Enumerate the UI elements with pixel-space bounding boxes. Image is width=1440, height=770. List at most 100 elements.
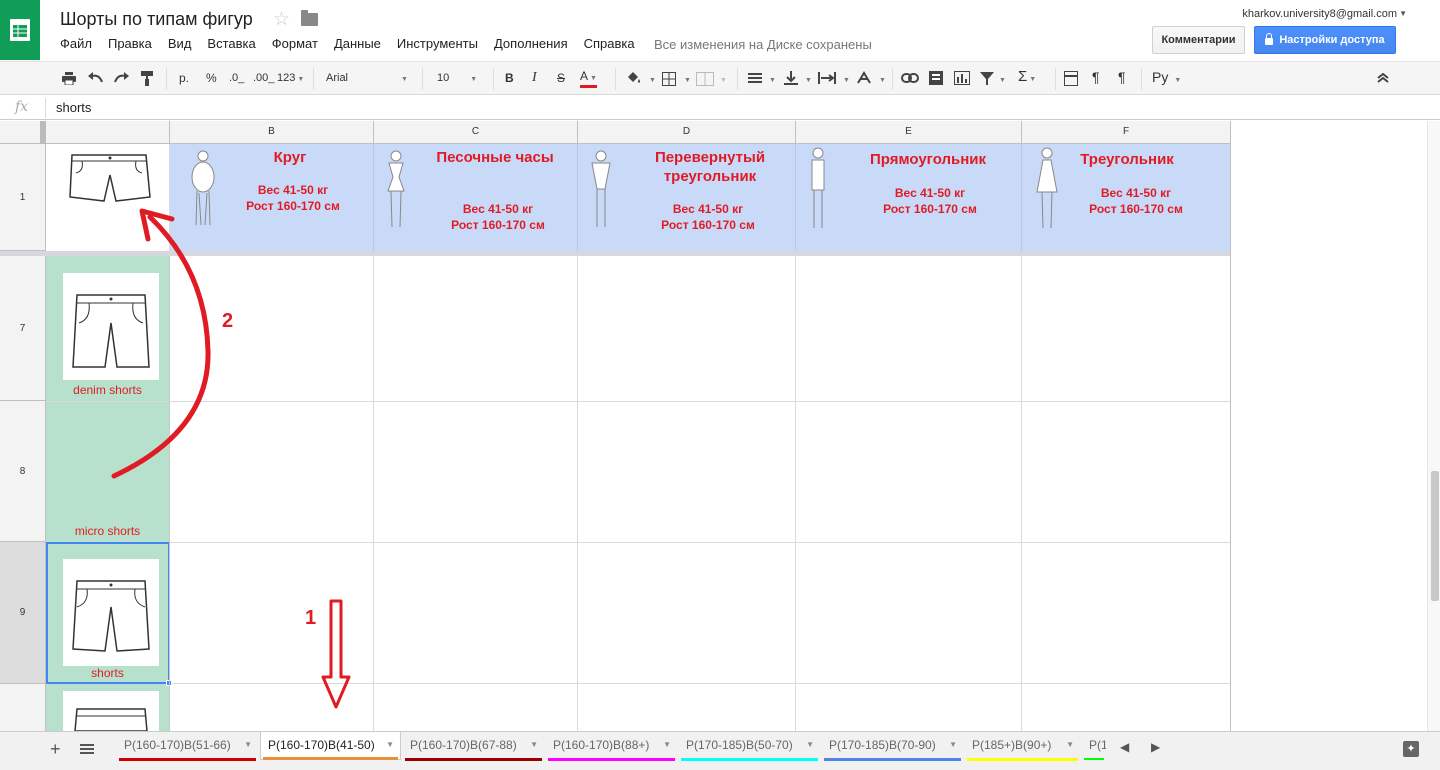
menu-insert[interactable]: Вставка bbox=[207, 36, 255, 51]
rtl-icon[interactable]: ¶ bbox=[1118, 69, 1126, 85]
scroll-tabs-left-icon[interactable]: ◀ bbox=[1120, 740, 1129, 754]
redo-icon[interactable] bbox=[114, 72, 129, 84]
fill-color-icon[interactable] bbox=[626, 71, 642, 85]
chart-icon[interactable] bbox=[954, 71, 970, 85]
cell-label-micro-shorts: micro shorts bbox=[74, 524, 141, 538]
chevron-down-icon[interactable]: ▼ bbox=[684, 73, 691, 89]
ltr-icon[interactable]: ¶ bbox=[1092, 69, 1100, 85]
column-header-d[interactable]: D bbox=[578, 121, 796, 144]
chevron-down-icon[interactable]: ▼ bbox=[999, 73, 1006, 89]
shorts-image bbox=[62, 147, 158, 207]
explore-icon[interactable]: ✦ bbox=[1403, 741, 1419, 757]
share-button[interactable]: Настройки доступа bbox=[1254, 26, 1396, 54]
menu-addons[interactable]: Дополнения bbox=[494, 36, 568, 51]
figure-weight-triangle: Вес 41-50 кг bbox=[1100, 186, 1172, 200]
menu-edit[interactable]: Правка bbox=[108, 36, 152, 51]
comment-icon[interactable] bbox=[929, 71, 943, 85]
selected-cell-a9[interactable] bbox=[46, 542, 170, 684]
sheet-list-icon[interactable] bbox=[80, 744, 94, 755]
chevron-down-icon[interactable]: ▼ bbox=[843, 73, 850, 89]
sheet-tab-7[interactable]: Р(185+)В(90+) ▼ bbox=[965, 732, 1080, 761]
vertical-align-icon[interactable] bbox=[784, 71, 798, 85]
merge-cells-icon[interactable] bbox=[696, 72, 714, 86]
percent-format-button[interactable]: % bbox=[206, 70, 217, 86]
chevron-down-icon[interactable]: ▼ bbox=[1399, 9, 1407, 18]
inverted-triangle-body-figure-icon bbox=[591, 150, 611, 227]
row-header-7[interactable]: 7 bbox=[0, 256, 46, 401]
chevron-down-icon[interactable]: ▼ bbox=[386, 732, 394, 758]
undo-icon[interactable] bbox=[88, 72, 103, 84]
column-header-a[interactable] bbox=[46, 121, 170, 144]
link-icon[interactable] bbox=[901, 73, 919, 83]
menu-file[interactable]: Файл bbox=[60, 36, 92, 51]
column-header-f[interactable]: F bbox=[1022, 121, 1231, 144]
text-wrap-icon[interactable] bbox=[818, 72, 836, 84]
strikethrough-button[interactable]: S bbox=[557, 70, 565, 86]
sheet-tab-5[interactable]: Р(170-185)В(50-70) ▼ bbox=[679, 732, 820, 761]
collapse-icon[interactable] bbox=[1377, 73, 1389, 83]
add-sheet-icon[interactable]: + bbox=[50, 739, 61, 760]
font-size-dropdown[interactable]: 10 ▼ bbox=[437, 70, 477, 88]
star-icon[interactable]: ☆ bbox=[273, 8, 290, 31]
menu-help[interactable]: Справка bbox=[584, 36, 635, 51]
decrease-decimals-button[interactable]: .0_ bbox=[229, 70, 244, 86]
row-header-10[interactable] bbox=[0, 684, 46, 731]
scroll-tabs-right-icon[interactable]: ▶ bbox=[1151, 740, 1160, 754]
align-icon[interactable] bbox=[748, 73, 762, 84]
scroll-thumb[interactable] bbox=[1431, 471, 1439, 601]
document-title[interactable]: Шорты по типам фигур bbox=[60, 9, 253, 30]
input-tools-button[interactable]: Ру ▼ bbox=[1152, 69, 1181, 89]
menu-format[interactable]: Формат bbox=[272, 36, 318, 51]
text-rotation-icon[interactable] bbox=[856, 71, 872, 85]
freeze-icon[interactable] bbox=[1064, 71, 1078, 86]
comments-button[interactable]: Комментарии bbox=[1152, 26, 1245, 54]
text-color-button[interactable]: A ▼ bbox=[580, 70, 597, 88]
number-format-label: 123 bbox=[277, 72, 296, 84]
paint-format-icon[interactable] bbox=[141, 71, 155, 86]
increase-decimals-button[interactable]: .00_ bbox=[253, 70, 274, 86]
number-format-dropdown[interactable]: 123 ▼ bbox=[277, 70, 304, 88]
chevron-down-icon[interactable]: ▼ bbox=[769, 73, 776, 89]
account-email[interactable]: kharkov.university8@gmail.com bbox=[1242, 8, 1397, 20]
italic-button[interactable]: I bbox=[532, 70, 537, 86]
bold-button[interactable]: B bbox=[505, 70, 514, 86]
menu-tools[interactable]: Инструменты bbox=[397, 36, 478, 51]
chevron-down-icon[interactable]: ▼ bbox=[805, 73, 812, 89]
menu-data[interactable]: Данные bbox=[334, 36, 381, 51]
vertical-scrollbar[interactable] bbox=[1427, 121, 1440, 731]
chevron-down-icon[interactable]: ▼ bbox=[879, 73, 886, 89]
column-header-c[interactable]: C bbox=[374, 121, 578, 144]
borders-icon[interactable] bbox=[662, 72, 676, 86]
sheet-tab-2-active[interactable]: Р(160-170)В(41-50) ▼ bbox=[260, 732, 401, 760]
folder-icon[interactable] bbox=[301, 10, 318, 26]
column-header-e[interactable]: E bbox=[796, 121, 1022, 144]
chevron-down-icon[interactable]: ▼ bbox=[1066, 732, 1074, 758]
functions-button[interactable]: Σ ▼ bbox=[1018, 69, 1036, 88]
sheet-tab-3[interactable]: Р(160-170)В(67-88) ▼ bbox=[403, 732, 544, 761]
print-icon[interactable] bbox=[62, 72, 76, 85]
row-header-8[interactable]: 8 bbox=[0, 401, 46, 542]
chevron-down-icon[interactable]: ▼ bbox=[530, 732, 538, 758]
sheet-tab-6[interactable]: Р(170-185)В(70-90) ▼ bbox=[822, 732, 963, 761]
sheet-tab-4[interactable]: Р(160-170)В(88+) ▼ bbox=[546, 732, 677, 761]
chevron-down-icon[interactable]: ▼ bbox=[244, 732, 252, 758]
row-header-9[interactable]: 9 bbox=[0, 542, 46, 684]
chevron-down-icon[interactable]: ▼ bbox=[663, 732, 671, 758]
sheet-tab-1[interactable]: Р(160-170)В(51-66) ▼ bbox=[117, 732, 258, 761]
save-status[interactable]: Все изменения на Диске сохранены bbox=[654, 37, 872, 52]
sheet-tab-8[interactable]: Р(1 bbox=[1082, 732, 1106, 760]
filter-icon[interactable] bbox=[980, 72, 994, 85]
currency-format-button[interactable]: р. bbox=[179, 70, 189, 86]
chevron-down-icon[interactable]: ▼ bbox=[649, 73, 656, 89]
chevron-down-icon[interactable]: ▼ bbox=[806, 732, 814, 758]
chevron-down-icon[interactable]: ▼ bbox=[720, 73, 727, 89]
annotation-label-1: 1 bbox=[305, 607, 317, 629]
column-header-b[interactable]: B bbox=[170, 121, 374, 144]
formula-input[interactable]: shorts bbox=[56, 100, 91, 115]
menu-view[interactable]: Вид bbox=[168, 36, 192, 51]
font-family-dropdown[interactable]: Arial ▼ bbox=[326, 70, 408, 88]
sheets-logo[interactable] bbox=[0, 0, 40, 60]
figure-title-triangle: Треугольник bbox=[1080, 151, 1174, 168]
chevron-down-icon[interactable]: ▼ bbox=[949, 732, 957, 758]
row-header-1[interactable]: 1 bbox=[0, 144, 46, 251]
